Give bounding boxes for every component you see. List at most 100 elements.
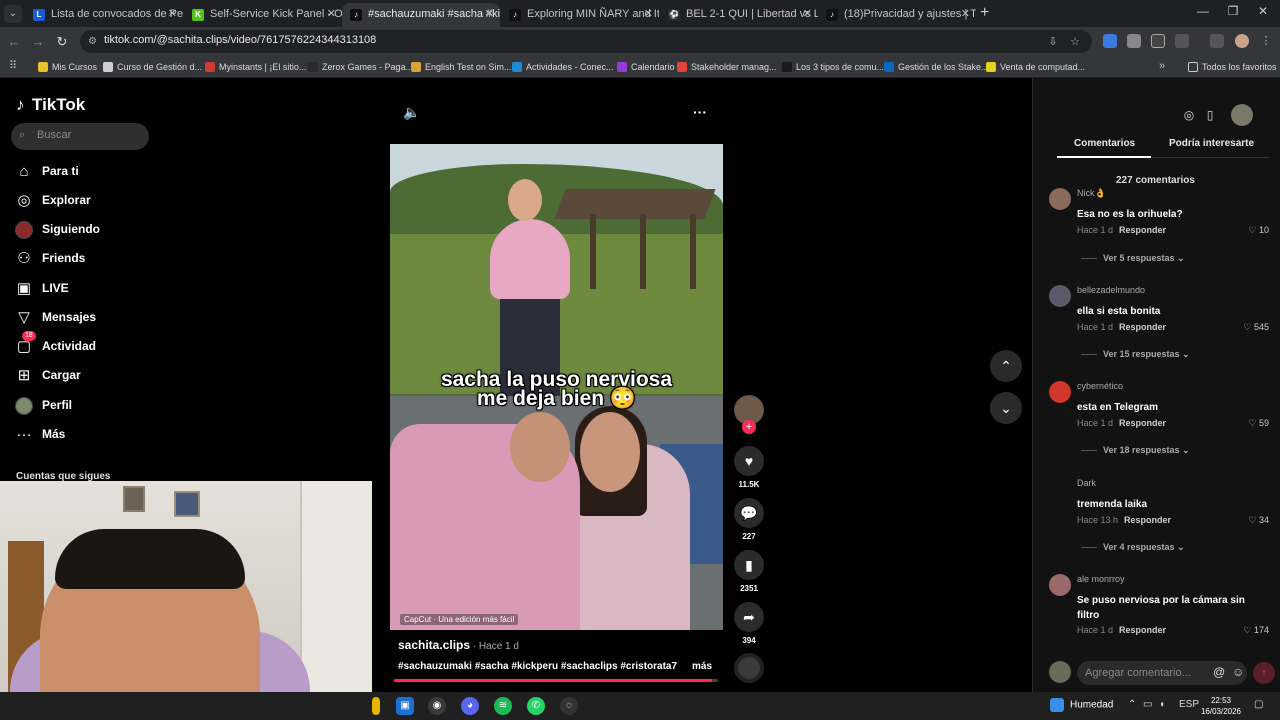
store-icon[interactable]: ▣ [396, 697, 414, 715]
notifications-icon[interactable]: ▢ [1254, 699, 1263, 710]
previous-video-button[interactable]: ⌃ [990, 350, 1022, 382]
profile-avatar[interactable] [1235, 34, 1249, 48]
tiktok-logo[interactable]: ♪ TikTok [16, 95, 85, 115]
heart-outline-icon[interactable]: ♡ [1243, 322, 1251, 332]
install-app-icon[interactable]: ⇩ [1046, 35, 1060, 49]
comment-username[interactable]: ale monrroy [1077, 574, 1125, 584]
bookmark-item[interactable]: Actividades - Conec... [512, 60, 614, 74]
sidebar-item-explorar[interactable]: ◎ Explorar [14, 189, 154, 213]
view-replies-button[interactable]: Ver 4 respuestas ⌄ [1081, 542, 1185, 553]
comment-username[interactable]: cybernético [1077, 381, 1123, 391]
avatar[interactable] [1049, 478, 1071, 500]
video-player[interactable]: sacha la puso nerviosa me deja bien 😳 Ca… [390, 144, 723, 630]
bookmark-item[interactable]: Stakeholder manag... [677, 60, 777, 74]
bookmark-item[interactable]: Curso de Gestión d... [103, 60, 202, 74]
sidebar-item-friends[interactable]: ⚇ Friends [14, 247, 154, 271]
comment-like[interactable]: ♡ 174 [1243, 625, 1269, 636]
reply-button[interactable]: Responder [1124, 515, 1171, 525]
system-clock[interactable]: 22:53 16/03/2026 [1198, 695, 1244, 717]
tab-search-button[interactable]: ⌄ [4, 5, 22, 23]
forward-button[interactable]: → [28, 32, 48, 52]
comment-username[interactable]: Dark [1077, 478, 1096, 488]
comment-username[interactable]: Nick👌 [1077, 188, 1106, 199]
reload-button[interactable]: ↻ [52, 32, 72, 52]
share-icon[interactable]: ➦ [734, 602, 764, 632]
bookmark-item[interactable]: Los 3 tipos de comu... [782, 60, 884, 74]
reply-button[interactable]: Responder [1119, 225, 1166, 235]
sidebar-item-actividad[interactable]: ▢ 18 Actividad [14, 331, 154, 359]
device-icon[interactable]: ▯ [1199, 104, 1221, 126]
site-info-icon[interactable]: ⚙ [88, 35, 101, 48]
next-video-button[interactable]: ⌄ [990, 392, 1022, 424]
comment-input[interactable]: Agregar comentario... @ ☺ [1077, 661, 1247, 685]
close-tab-icon[interactable]: ✕ [327, 3, 336, 25]
bookmark-item[interactable]: Venta de computad... [986, 60, 1085, 74]
sidebar-item-cargar[interactable]: ⊞ Cargar [14, 364, 154, 388]
close-tab-icon[interactable]: ✕ [644, 3, 653, 25]
tray-chevron-icon[interactable]: ⌃ [1128, 699, 1136, 710]
bookmark-item[interactable]: Gestión de los Stake... [884, 60, 989, 74]
bookmark-item[interactable]: Zerox Games - Paga... [308, 60, 413, 74]
reply-button[interactable]: Responder [1119, 625, 1166, 635]
share-action[interactable]: ➦ 394 [734, 602, 764, 645]
avatar[interactable] [1049, 574, 1071, 596]
menu-kebab-icon[interactable]: ⋮ [1259, 34, 1273, 48]
close-tab-icon[interactable]: ✕ [485, 3, 494, 25]
tab-groups-icon[interactable] [1210, 34, 1224, 48]
minimize-button[interactable]: — [1188, 4, 1218, 18]
browser-tab[interactable]: L Lista de convocados de Perú pa...✕ [25, 3, 183, 27]
bookmark-item[interactable]: Mis Cursos [38, 60, 97, 74]
sidebar-item-perfil[interactable]: Perfil [14, 394, 154, 418]
reply-button[interactable]: Responder [1119, 418, 1166, 428]
heart-outline-icon[interactable]: ♡ [1248, 515, 1256, 525]
avatar[interactable] [1049, 285, 1071, 307]
emoji-icon[interactable]: ☺ [1232, 665, 1244, 679]
file-explorer-icon[interactable] [372, 697, 380, 715]
heart-outline-icon[interactable]: ♡ [1243, 625, 1251, 635]
volume-tray-icon[interactable]: ◖ [1159, 699, 1165, 710]
comment-like[interactable]: ♡ 10 [1248, 225, 1269, 236]
extension-icon[interactable] [1103, 34, 1117, 48]
avatar[interactable] [1049, 381, 1071, 403]
bookmark-item[interactable]: Myinstants | ¡El sitio... [205, 60, 306, 74]
comment-username[interactable]: bellezadelmundo [1077, 285, 1145, 295]
more-link[interactable]: más [692, 661, 712, 672]
back-button[interactable]: ← [4, 32, 24, 52]
apps-grid-icon[interactable]: ⠿ [6, 59, 20, 73]
author-name[interactable]: sachita.clips [398, 638, 470, 652]
mention-icon[interactable]: @ [1213, 665, 1225, 679]
new-tab-button[interactable]: + [980, 4, 996, 24]
sidebar-item-live[interactable]: ▣ LIVE [14, 277, 154, 301]
send-button[interactable]: ↑ [1253, 662, 1275, 684]
volume-icon[interactable]: 🔈 [403, 104, 420, 121]
whatsapp-icon[interactable]: ✆ [527, 697, 545, 715]
browser-tab[interactable]: ⚽ BEL 2-1 QUI | Libertad vs LDU Q...✕ [660, 3, 818, 27]
close-tab-icon[interactable]: ✕ [961, 3, 970, 25]
restore-button[interactable]: ❐ [1218, 4, 1248, 18]
browser-tab[interactable]: ♪ Exploring MIN ÑARY and Its Cu...✕ [501, 3, 659, 27]
extension-icon[interactable] [1151, 34, 1165, 48]
bookmark-star-icon[interactable]: ☆ [1068, 35, 1082, 49]
extensions-puzzle-icon[interactable] [1175, 34, 1189, 48]
save-action[interactable]: ▮ 2351 [734, 550, 764, 593]
video-author[interactable]: sachita.clips · Hace 1 d [398, 638, 519, 652]
network-icon[interactable]: ▭ [1143, 699, 1152, 710]
user-avatar[interactable] [1231, 104, 1253, 126]
video-options-icon[interactable]: ··· [693, 104, 707, 120]
browser-tab[interactable]: K Self-Service Kick Panel - OwnK...✕ [184, 3, 342, 27]
tab-comments[interactable]: Comentarios [1074, 138, 1135, 149]
extension-icon[interactable] [1127, 34, 1141, 48]
comment-action[interactable]: 💬 227 [734, 498, 764, 541]
explore-icon[interactable]: ◎ [1178, 104, 1200, 126]
heart-outline-icon[interactable]: ♡ [1248, 225, 1256, 235]
view-replies-button[interactable]: Ver 15 respuestas ⌄ [1081, 349, 1190, 360]
heart-outline-icon[interactable]: ♡ [1248, 418, 1256, 428]
all-favorites-folder[interactable]: Todos los favoritos [1188, 60, 1277, 74]
discord-icon[interactable]: ◕ [461, 697, 479, 715]
input-language[interactable]: ESP [1179, 699, 1199, 710]
app-icon[interactable]: ◌ [560, 697, 578, 715]
bookmark-icon[interactable]: ▮ [734, 550, 764, 580]
music-disc-icon[interactable] [734, 653, 764, 683]
avatar[interactable] [1049, 188, 1071, 210]
weather-widget[interactable]: Humedad [1050, 698, 1113, 712]
